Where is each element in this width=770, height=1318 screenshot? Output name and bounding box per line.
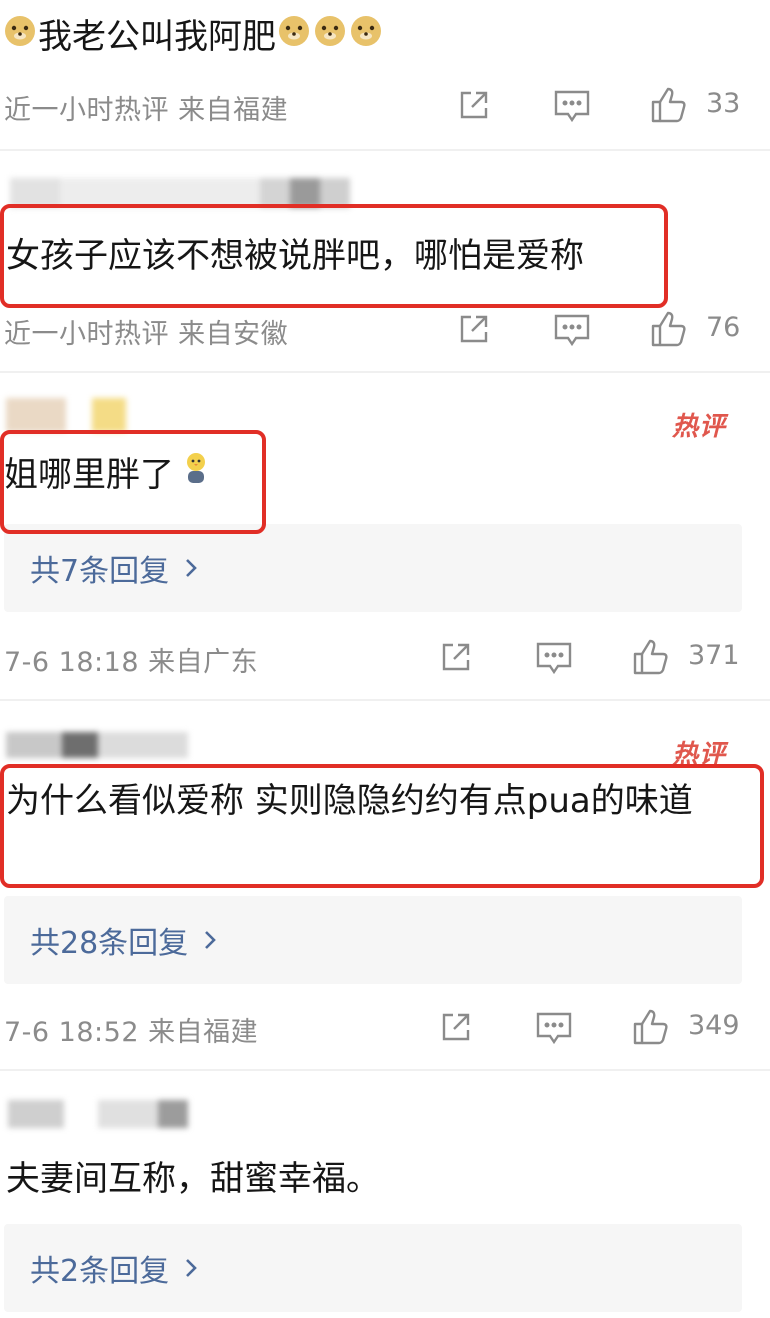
highlight-box [0, 764, 764, 888]
share-icon[interactable] [437, 638, 475, 676]
reply-expander[interactable]: 共28条回复 [4, 896, 742, 984]
comment-1-text: 我老公叫我阿肥 [38, 17, 276, 57]
comment-1: 我老公叫我阿肥 近一小时热评 来自福建 33 [0, 0, 770, 150]
reply-expander[interactable]: 共7条回复 [4, 524, 742, 612]
username-blurred [6, 398, 126, 432]
comment-4-likes: 349 [688, 1010, 740, 1041]
comment-5-text: 夫妻间互称，甜蜜幸福。 [6, 1159, 380, 1199]
comment-5: 夫妻间互称，甜蜜幸福。 共2条回复 [0, 1070, 770, 1318]
comment-2-likes: 76 [706, 312, 741, 343]
comment-1-meta: 近一小时热评 来自福建 [4, 95, 289, 126]
doge-emoji-icon [2, 12, 38, 62]
comment-2-meta: 近一小时热评 来自安徽 [4, 319, 289, 350]
comment-icon[interactable] [534, 1008, 574, 1048]
username-blurred [6, 732, 188, 758]
comment-1-text-row: 我老公叫我阿肥 [2, 12, 384, 62]
comment-3-meta: 7-6 18:18 来自广东 [4, 647, 259, 678]
doge-emoji-icon [348, 12, 384, 62]
chevron-right-icon [183, 556, 199, 580]
hot-comment-badge: 热评 [672, 412, 727, 442]
username-blurred [8, 1100, 188, 1128]
comment-icon[interactable] [552, 86, 592, 126]
comment-1-likes: 33 [706, 88, 741, 119]
comment-icon[interactable] [534, 638, 574, 678]
highlight-box [0, 430, 266, 534]
reply-count-link[interactable]: 共28条回复 [30, 918, 188, 962]
thumbs-up-icon[interactable] [630, 636, 672, 678]
chevron-right-icon [202, 928, 218, 952]
doge-emoji-icon [312, 12, 348, 62]
comment-4-meta: 7-6 18:52 来自福建 [4, 1017, 259, 1048]
comment-icon[interactable] [552, 310, 592, 350]
chevron-right-icon [183, 1256, 199, 1280]
thumbs-up-icon[interactable] [648, 84, 690, 126]
reply-count-link[interactable]: 共2条回复 [30, 1246, 169, 1290]
reply-count-link[interactable]: 共7条回复 [30, 546, 169, 590]
highlight-box [0, 204, 668, 308]
share-icon[interactable] [455, 310, 493, 348]
reply-expander[interactable]: 共2条回复 [4, 1224, 742, 1312]
thumbs-up-icon[interactable] [630, 1006, 672, 1048]
share-icon[interactable] [437, 1008, 475, 1046]
thumbs-up-icon[interactable] [648, 308, 690, 350]
comment-3-likes: 371 [688, 640, 740, 671]
share-icon[interactable] [455, 86, 493, 124]
comment-3: 热评 姐哪里胖了 共7条回复 7-6 18:18 来自广东 371 [0, 372, 770, 700]
doge-emoji-icon [276, 12, 312, 62]
